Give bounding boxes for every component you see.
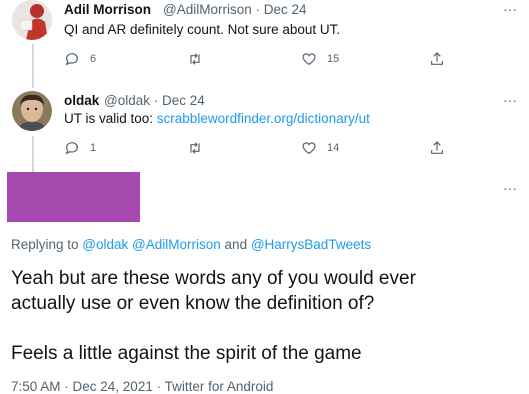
tweet1-reply-button[interactable]: 6 xyxy=(64,51,96,67)
replying-and-word: and xyxy=(224,237,248,252)
tweet1-meta: @AdilMorrison · Dec 24 xyxy=(163,2,307,17)
main-body-line-3: Feels a little against the spirit of the… xyxy=(11,343,362,364)
main-tweet-body: Yeah but are these words any of you woul… xyxy=(11,266,416,366)
reply-icon xyxy=(65,53,78,66)
retweet-icon xyxy=(190,53,200,65)
main-body-spacer xyxy=(11,316,416,341)
mention-oldak[interactable]: @oldak xyxy=(82,237,128,252)
tweet1-more-button[interactable]: ··· xyxy=(503,1,517,17)
main-tweet-footer[interactable]: 7:50 AM · Dec 24, 2021 · Twitter for And… xyxy=(11,379,273,394)
tweet2-share-button[interactable] xyxy=(429,140,445,156)
tweet2-link[interactable]: scrabblewordfinder.org/dictionary/ut xyxy=(157,111,370,126)
tweet1-like-count: 15 xyxy=(327,53,340,65)
retweet-icon xyxy=(190,142,200,154)
tweet1-share-button[interactable] xyxy=(429,51,445,67)
tweet2-reply-button[interactable]: 1 xyxy=(64,140,96,156)
tweet1-retweet-button[interactable] xyxy=(186,51,214,67)
tweet1-reply-count: 6 xyxy=(90,53,97,65)
avatar-adil-image xyxy=(12,0,52,40)
tweet2-meta: @oldak · Dec 24 xyxy=(104,93,205,108)
share-icon xyxy=(431,141,443,154)
tweet2-name[interactable]: oldak xyxy=(64,93,99,108)
replying-to-label: Replying to xyxy=(11,237,83,252)
tweet2-reply-count: 1 xyxy=(90,142,97,154)
reply-icon xyxy=(65,142,78,155)
share-icon xyxy=(431,52,443,65)
tweet2-handle[interactable]: @oldak xyxy=(104,93,150,108)
redacted-author-block xyxy=(7,172,140,222)
tweet1-name[interactable]: Adil Morrison xyxy=(64,2,151,17)
mention-adilmorrison[interactable]: @AdilMorrison xyxy=(132,237,221,252)
tweet2-like-button[interactable]: 14 xyxy=(301,140,339,156)
tweet1-date[interactable]: Dec 24 xyxy=(264,2,307,17)
tweet2-like-count: 14 xyxy=(327,142,340,154)
tweet2-date[interactable]: Dec 24 xyxy=(162,93,205,108)
heart-icon xyxy=(302,53,316,66)
main-more-button[interactable]: ··· xyxy=(503,180,517,196)
mention-harrysbadtweets[interactable]: @HarrysBadTweets xyxy=(251,237,371,252)
tweet2-text-prefix: UT is valid too: xyxy=(64,111,157,126)
main-body-line-2: actually use or even know the definition… xyxy=(11,293,375,314)
tweet1-separator: · xyxy=(255,2,261,17)
tweet2-text: UT is valid too: scrabblewordfinder.org/… xyxy=(64,111,370,126)
heart-icon xyxy=(302,142,316,155)
avatar-adil[interactable] xyxy=(12,0,52,40)
tweet1-handle[interactable]: @AdilMorrison xyxy=(163,2,252,17)
main-body-line-1: Yeah but are these words any of you woul… xyxy=(11,268,416,289)
thread-line-2 xyxy=(32,136,34,172)
tweet1-like-button[interactable]: 15 xyxy=(301,51,339,67)
thread-line-1 xyxy=(32,44,34,88)
tweet1-text: QI and AR definitely count. Not sure abo… xyxy=(64,22,341,37)
tweet2-retweet-button[interactable] xyxy=(186,140,214,156)
avatar-oldak[interactable] xyxy=(12,91,52,131)
replying-to-line: Replying to @oldak @AdilMorrison and @Ha… xyxy=(11,237,371,252)
avatar-oldak-image xyxy=(12,91,52,131)
tweet2-separator: · xyxy=(153,93,159,108)
tweet2-more-button[interactable]: ··· xyxy=(503,92,517,108)
